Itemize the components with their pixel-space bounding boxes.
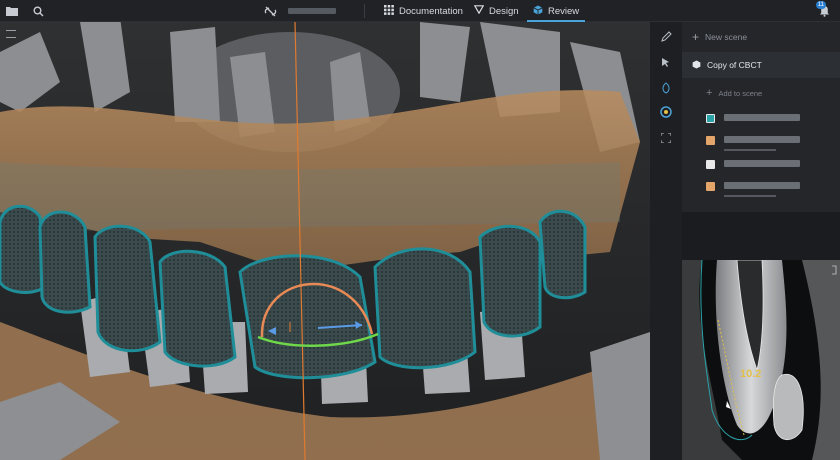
mesh-swatch-icon [706,113,715,123]
measurement-label: 10.2 [740,368,762,380]
item-name-placeholder [724,136,800,143]
add-to-scene-button[interactable]: + Add to scene [682,82,840,104]
item-sub-placeholder [724,195,776,197]
3d-viewport[interactable] [0,22,650,460]
tool-strip-bottom [650,212,682,460]
scene-panel: + New scene Copy of CBCT + Add to scene [682,22,840,212]
panel-empty-area [682,212,840,260]
leaf-icon[interactable] [658,80,674,96]
folder-icon[interactable] [4,3,20,19]
nav-review[interactable]: Review [526,0,586,22]
scene-item-4[interactable] [706,179,836,197]
add-to-scene-label: Add to scene [718,88,763,98]
mesh-swatch-icon [706,135,715,145]
search-icon[interactable] [30,3,46,19]
nav-design[interactable]: Design [473,0,519,22]
cube-outline-icon [692,59,701,71]
expand-icon[interactable] [827,266,836,275]
scene-item-2[interactable] [706,133,836,151]
brush-tool-icon[interactable] [658,28,674,44]
top-toolbar: Documentation Design Review 11 [0,0,840,22]
plus-icon: + [692,30,700,44]
nav-documentation[interactable]: Documentation [384,0,463,22]
ct-scan-icon [706,159,715,169]
viewport-tools [650,22,682,212]
select-cursor-icon[interactable] [658,54,674,70]
mesh-swatch-icon [706,181,715,191]
item-name-placeholder [724,114,800,121]
grid-icon [384,4,394,18]
scene-title: Copy of CBCT [707,60,762,70]
nav-label: Documentation [399,5,463,17]
fullscreen-icon[interactable] [658,130,674,146]
title-placeholder [288,8,336,14]
divider [364,4,365,18]
plus-icon: + [706,87,713,99]
item-sub-placeholder [724,149,776,151]
nav-label: Review [548,5,580,17]
cube-icon [533,5,543,18]
nav-label: Design [489,5,519,17]
color-target-icon[interactable] [658,104,674,120]
ct-slice-view[interactable]: 10.2 [682,260,840,460]
triangle-icon [473,5,485,17]
notification-badge: 11 [815,1,826,9]
hamburger-icon[interactable] [6,30,16,38]
new-scene-label: New scene [705,32,748,42]
link-off-icon[interactable] [262,3,278,19]
item-name-placeholder [724,160,800,167]
item-name-placeholder [724,182,800,189]
scene-item-1[interactable] [706,111,836,125]
scene-item-3[interactable] [706,157,836,171]
new-scene-button[interactable]: + New scene [682,26,840,48]
scene-header[interactable]: Copy of CBCT [682,52,840,78]
